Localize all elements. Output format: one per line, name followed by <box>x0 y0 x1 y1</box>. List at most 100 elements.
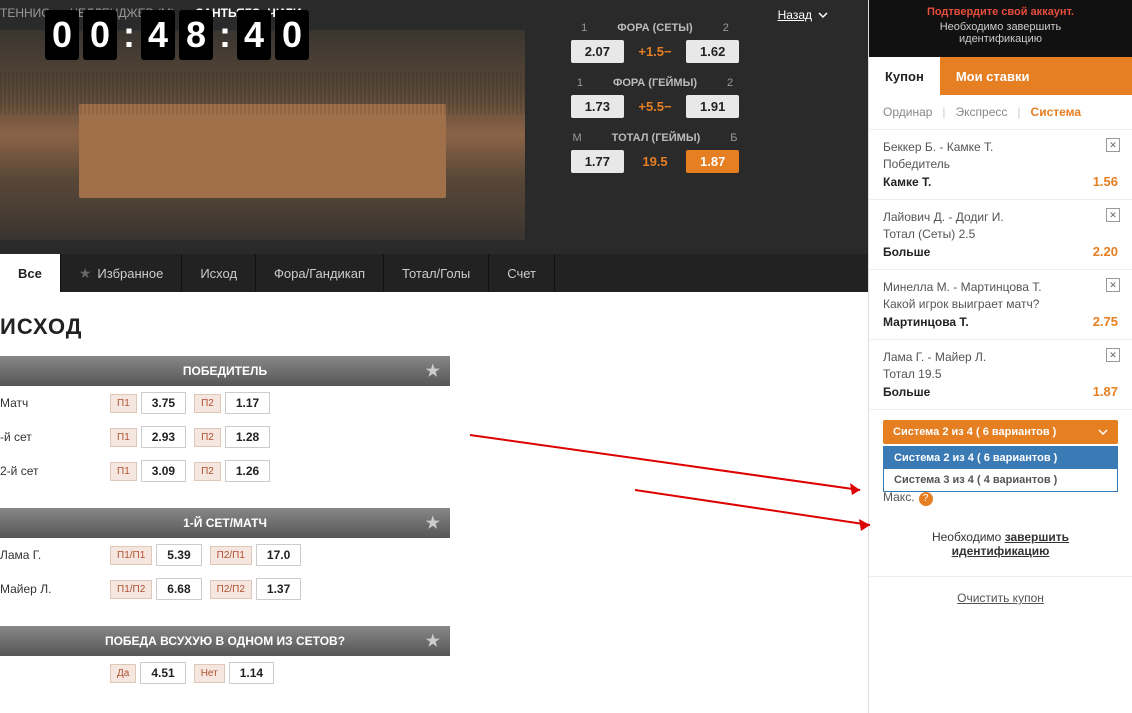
match-timer: 0 0 : 4 8 : 4 0 <box>45 10 309 60</box>
market-header[interactable]: ПОБЕДИТЕЛЬ ★ <box>0 356 450 386</box>
market-header[interactable]: ПОБЕДА ВСУХУЮ В ОДНОМ ИЗ СЕТОВ? ★ <box>0 626 450 656</box>
bet-match: Минелла М. - Мартинцова Т. <box>883 280 1118 294</box>
bet-type-selector: Ординар | Экспресс | Система <box>869 95 1132 130</box>
tab-handicap[interactable]: Фора/Гандикап <box>256 254 384 292</box>
tab-score[interactable]: Счет <box>489 254 555 292</box>
odds-panel: 1 ФОРА (СЕТЫ) 2 2.07 +1.5− 1.62 1 ФОРА (… <box>540 22 770 187</box>
system-option[interactable]: Система 2 из 4 ( 6 вариантов ) <box>884 447 1117 469</box>
bet-tag: П1/П1 <box>110 546 152 565</box>
tab-mybets[interactable]: Мои ставки <box>940 57 1046 95</box>
finish-link[interactable]: идентификацию <box>952 544 1050 558</box>
timer-digit: 8 <box>179 10 213 60</box>
clear-coupon-link[interactable]: Очистить купон <box>869 576 1132 619</box>
tab-label: Исход <box>200 266 237 281</box>
tab-outcome[interactable]: Исход <box>182 254 256 292</box>
row-label: -й сет <box>0 430 110 444</box>
verify-banner[interactable]: Подтвердите свой аккаунт. Необходимо зав… <box>869 0 1132 57</box>
odds-button[interactable]: 1.62 <box>686 40 739 63</box>
tab-coupon[interactable]: Купон <box>869 57 940 95</box>
bet-pick: Камке Т. <box>883 175 931 189</box>
tab-total[interactable]: Тотал/Голы <box>384 254 489 292</box>
bet-odd[interactable]: 1.26 <box>225 460 270 482</box>
bet-item: ✕ Лама Г. - Майер Л. Тотал 19.5 Больше1.… <box>869 340 1132 410</box>
star-icon[interactable]: ★ <box>426 513 440 533</box>
back-label: Назад <box>778 8 812 22</box>
bet-type-express[interactable]: Экспресс <box>956 105 1008 119</box>
odds-button[interactable]: 1.73 <box>571 95 624 118</box>
odds-button[interactable]: 2.07 <box>571 40 624 63</box>
market-title: 1-Й СЕТ/МАТЧ <box>183 516 267 530</box>
odds-button[interactable]: 1.91 <box>686 95 739 118</box>
tab-label: Мои ставки <box>956 69 1030 84</box>
bet-odd[interactable]: 2.93 <box>141 426 186 448</box>
bet-market: Тотал 19.5 <box>883 367 1118 381</box>
bet-market: Тотал (Сеты) 2.5 <box>883 227 1118 241</box>
bet-tag: П2 <box>194 462 221 481</box>
close-icon[interactable]: ✕ <box>1106 138 1120 152</box>
row-label: Лама Г. <box>0 548 110 562</box>
bet-odd[interactable]: 1.17 <box>225 392 270 414</box>
odds-col-2: 2 <box>723 22 729 34</box>
timer-colon: : <box>121 10 137 60</box>
odds-mid-label: ФОРА (СЕТЫ) <box>617 22 692 34</box>
bet-tag: П2 <box>194 394 221 413</box>
close-icon[interactable]: ✕ <box>1106 278 1120 292</box>
bet-odd[interactable]: 1.28 <box>225 426 270 448</box>
tab-favorites[interactable]: ★Избранное <box>61 254 182 292</box>
bet-match: Лама Г. - Майер Л. <box>883 350 1118 364</box>
tab-label: Счет <box>507 266 536 281</box>
bet-pick: Больше <box>883 385 930 399</box>
timer-digit: 0 <box>45 10 79 60</box>
bet-odd[interactable]: 4.51 <box>140 662 185 684</box>
odds-button[interactable]: 1.77 <box>571 150 624 173</box>
close-icon[interactable]: ✕ <box>1106 348 1120 362</box>
bet-item: ✕ Беккер Б. - Камке Т. Победитель Камке … <box>869 130 1132 200</box>
system-dropdown[interactable]: Система 2 из 4 ( 6 вариантов ) <box>883 420 1118 444</box>
market-row: Майер Л. П1/П26.68 П2/П21.37 <box>0 572 450 606</box>
timer-digit: 0 <box>275 10 309 60</box>
market-header[interactable]: 1-Й СЕТ/МАТЧ ★ <box>0 508 450 538</box>
finish-text: Необходимо завершить идентификацию <box>869 512 1132 576</box>
bet-tag: Да <box>110 664 136 683</box>
sep: | <box>1017 105 1020 119</box>
bet-odd: 2.20 <box>1093 244 1118 259</box>
bet-odd[interactable]: 3.75 <box>141 392 186 414</box>
bet-odd[interactable]: 6.68 <box>156 578 201 600</box>
close-icon[interactable]: ✕ <box>1106 208 1120 222</box>
bet-odd[interactable]: 1.14 <box>229 662 274 684</box>
bet-type-system[interactable]: Система <box>1031 105 1082 119</box>
odds-col-2: 2 <box>727 77 733 89</box>
tab-label: Тотал/Голы <box>402 266 470 281</box>
tab-label: Фора/Гандикап <box>274 266 365 281</box>
back-link[interactable]: Назад <box>778 8 828 22</box>
timer-colon: : <box>217 10 233 60</box>
verify-sub: идентификацию <box>879 33 1122 45</box>
bet-odd[interactable]: 3.09 <box>141 460 186 482</box>
bet-odd[interactable]: 1.37 <box>256 578 301 600</box>
odds-col-b: Б <box>730 132 737 144</box>
bet-tag: П1 <box>110 428 137 447</box>
finish-link[interactable]: завершить <box>1005 530 1069 544</box>
star-icon[interactable]: ★ <box>426 361 440 381</box>
breadcrumb-l1[interactable]: ТЕННИС <box>0 6 50 20</box>
bet-match: Лайович Д. - Додиг И. <box>883 210 1118 224</box>
odds-col-1: 1 <box>577 77 583 89</box>
tab-all[interactable]: Все <box>0 254 61 292</box>
bet-pick: Мартинцова Т. <box>883 315 969 329</box>
bet-tag: Нет <box>194 664 225 683</box>
odds-total: 19.5 <box>636 154 674 169</box>
odds-handicap: +5.5− <box>636 99 674 114</box>
odds-button-active[interactable]: 1.87 <box>686 150 739 173</box>
bet-tag: П2 <box>194 428 221 447</box>
bet-odd[interactable]: 17.0 <box>256 544 301 566</box>
bet-type-single[interactable]: Ординар <box>883 105 932 119</box>
row-label: Майер Л. <box>0 582 110 596</box>
star-icon[interactable]: ★ <box>426 631 440 651</box>
video-stream[interactable] <box>0 30 525 240</box>
help-icon[interactable]: ? <box>919 492 933 506</box>
bet-odd: 2.75 <box>1093 314 1118 329</box>
odds-mid-label: ФОРА (ГЕЙМЫ) <box>613 77 697 89</box>
bet-match: Беккер Б. - Камке Т. <box>883 140 1118 154</box>
bet-odd[interactable]: 5.39 <box>156 544 201 566</box>
system-option[interactable]: Система 3 из 4 ( 4 вариантов ) <box>884 469 1117 491</box>
